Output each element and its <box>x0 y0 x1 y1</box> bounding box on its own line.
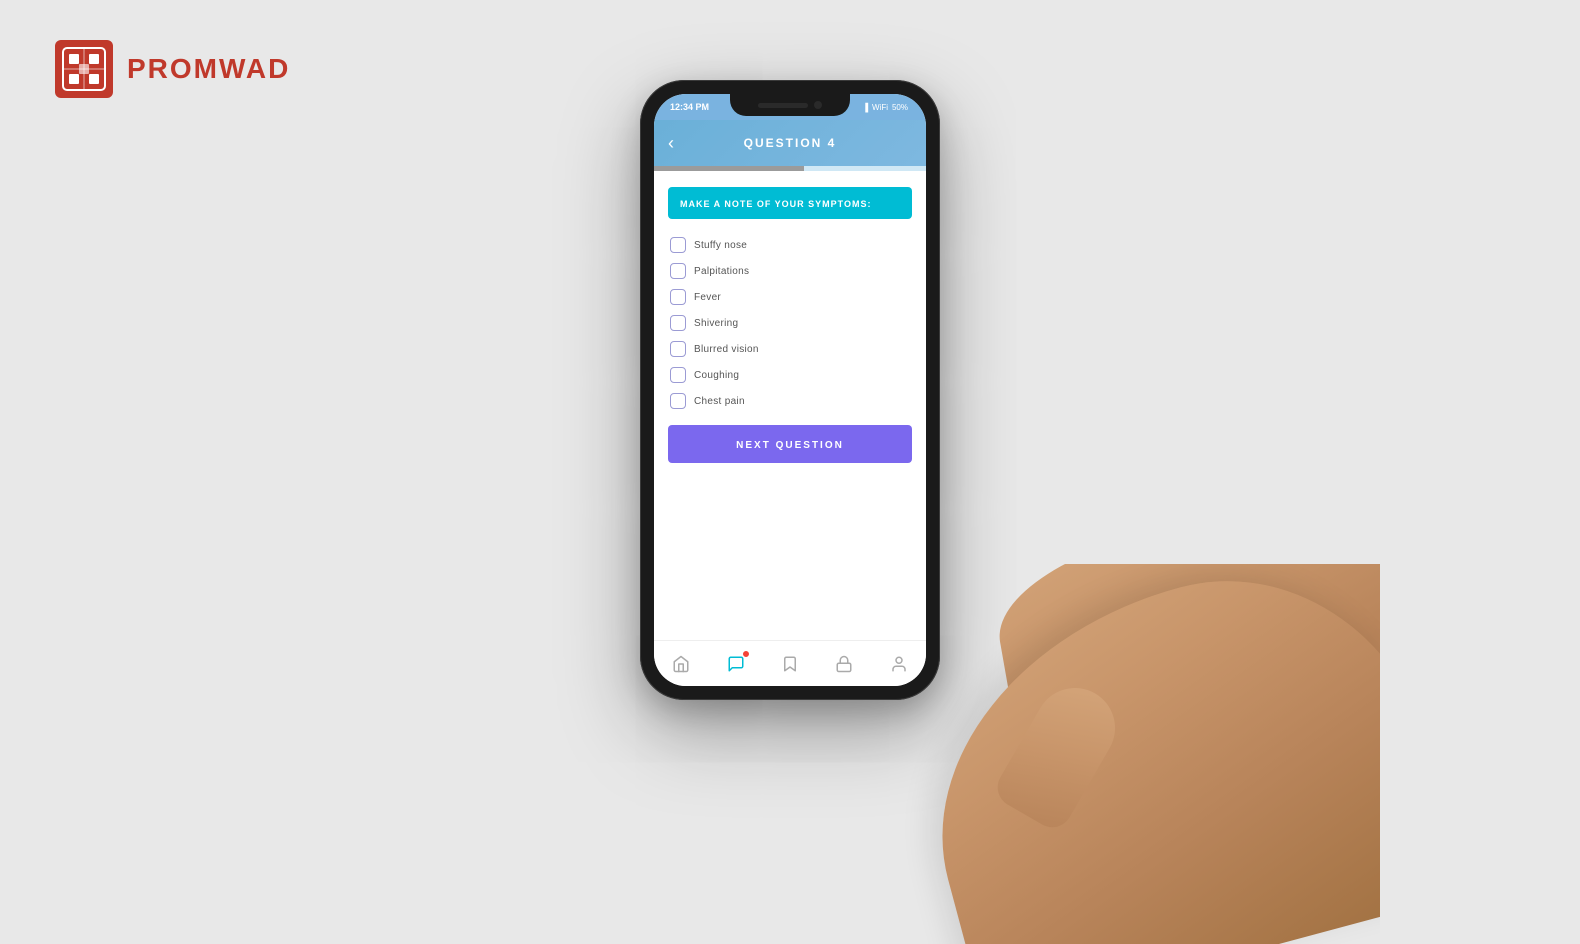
next-button-label: NEXT QUESTION <box>736 440 844 451</box>
bottom-nav <box>654 640 926 686</box>
app-content: MAKE A NOTE OF YOUR SYMPTOMS: Stuffy nos… <box>654 171 926 640</box>
nav-lock[interactable] <box>833 653 855 675</box>
volume-icon: ▐ <box>862 103 868 112</box>
speaker <box>758 103 808 108</box>
logo-text: PROMWAD <box>127 53 290 85</box>
phone-mockup: 12:34 PM ▐ WiFi 50% ‹ QUESTION 4 <box>640 80 940 700</box>
phone-notch <box>730 94 850 116</box>
symptom-fever[interactable]: Fever <box>668 285 912 309</box>
label-fever: Fever <box>694 292 721 303</box>
profile-icon <box>890 655 908 673</box>
next-question-button[interactable]: NEXT QUESTION <box>668 425 912 463</box>
checkbox-chest-pain[interactable] <box>670 393 686 409</box>
banner-text: MAKE A NOTE OF YOUR SYMPTOMS: <box>680 199 872 209</box>
checkbox-fever[interactable] <box>670 289 686 305</box>
back-button[interactable]: ‹ <box>668 133 674 154</box>
chat-icon <box>727 655 745 673</box>
checkbox-palpitations[interactable] <box>670 263 686 279</box>
note-banner: MAKE A NOTE OF YOUR SYMPTOMS: <box>668 187 912 219</box>
symptom-blurred-vision[interactable]: Blurred vision <box>668 337 912 361</box>
checkbox-stuffy-nose[interactable] <box>670 237 686 253</box>
label-palpitations: Palpitations <box>694 266 749 277</box>
home-icon <box>672 655 690 673</box>
fingers <box>986 564 1380 757</box>
label-chest-pain: Chest pain <box>694 396 745 407</box>
phone-frame: 12:34 PM ▐ WiFi 50% ‹ QUESTION 4 <box>640 80 940 700</box>
symptom-stuffy-nose[interactable]: Stuffy nose <box>668 233 912 257</box>
symptom-chest-pain[interactable]: Chest pain <box>668 389 912 413</box>
checkbox-blurred-vision[interactable] <box>670 341 686 357</box>
label-coughing: Coughing <box>694 370 739 381</box>
camera <box>814 101 822 109</box>
symptom-coughing[interactable]: Coughing <box>668 363 912 387</box>
nav-bookmark[interactable] <box>779 653 801 675</box>
checkbox-shivering[interactable] <box>670 315 686 331</box>
label-blurred-vision: Blurred vision <box>694 344 759 355</box>
hand-shape <box>891 564 1380 944</box>
lock-icon <box>835 655 853 673</box>
chat-badge-dot <box>742 650 750 658</box>
thumb-shape <box>990 673 1129 834</box>
label-shivering: Shivering <box>694 318 738 329</box>
logo-icon <box>55 40 113 98</box>
symptom-list: Stuffy nose Palpitations Fever Shivering <box>668 233 912 413</box>
symptom-palpitations[interactable]: Palpitations <box>668 259 912 283</box>
logo-area: PROMWAD <box>55 40 290 98</box>
label-stuffy-nose: Stuffy nose <box>694 240 747 251</box>
checkbox-coughing[interactable] <box>670 367 686 383</box>
status-time: 12:34 PM <box>670 102 709 112</box>
wifi-icon: WiFi <box>872 103 888 112</box>
nav-profile[interactable] <box>888 653 910 675</box>
nav-home[interactable] <box>670 653 692 675</box>
nav-chat[interactable] <box>725 653 747 675</box>
bookmark-icon <box>781 655 799 673</box>
phone-screen: 12:34 PM ▐ WiFi 50% ‹ QUESTION 4 <box>654 94 926 686</box>
status-icons: ▐ WiFi 50% <box>862 103 908 112</box>
app-header: ‹ QUESTION 4 <box>654 120 926 166</box>
symptom-shivering[interactable]: Shivering <box>668 311 912 335</box>
battery-text: 50% <box>892 103 908 112</box>
question-title: QUESTION 4 <box>744 136 837 150</box>
